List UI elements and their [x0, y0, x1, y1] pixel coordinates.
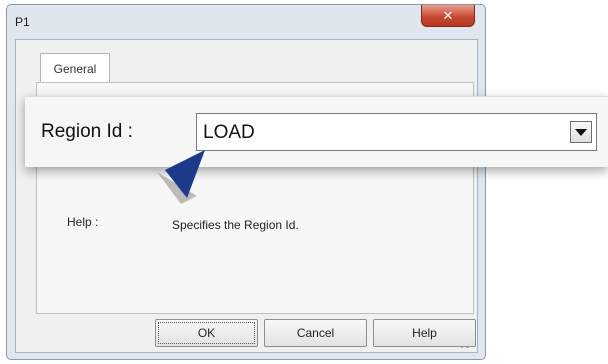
screenshot-stage: P1 ✕ General Help : Specifies the Region… [0, 0, 608, 364]
dialog-body: General [15, 39, 478, 353]
help-button[interactable]: Help [373, 319, 476, 347]
ok-button[interactable]: OK [155, 319, 258, 347]
region-id-label: Region Id : [41, 121, 133, 142]
title-bar[interactable]: P1 ✕ [7, 5, 485, 39]
help-label: Help : [67, 215, 99, 229]
callout-pointer-icon [157, 150, 205, 204]
tab-general[interactable]: General [40, 53, 110, 83]
close-button[interactable]: ✕ [421, 5, 475, 27]
properties-dialog: P1 ✕ General Help : Specifies the Region… [6, 4, 486, 360]
region-id-value: LOAD [203, 122, 255, 143]
help-text: Specifies the Region Id. [172, 218, 299, 232]
zoom-callout: Region Id : LOAD [25, 96, 608, 167]
cancel-button[interactable]: Cancel [264, 319, 367, 347]
close-icon: ✕ [442, 7, 454, 23]
tab-general-label: General [53, 61, 97, 76]
window-title: P1 [15, 15, 30, 29]
region-id-dropdown[interactable]: LOAD [196, 113, 597, 151]
chevron-down-icon [575, 128, 587, 136]
dropdown-button[interactable] [570, 121, 592, 143]
